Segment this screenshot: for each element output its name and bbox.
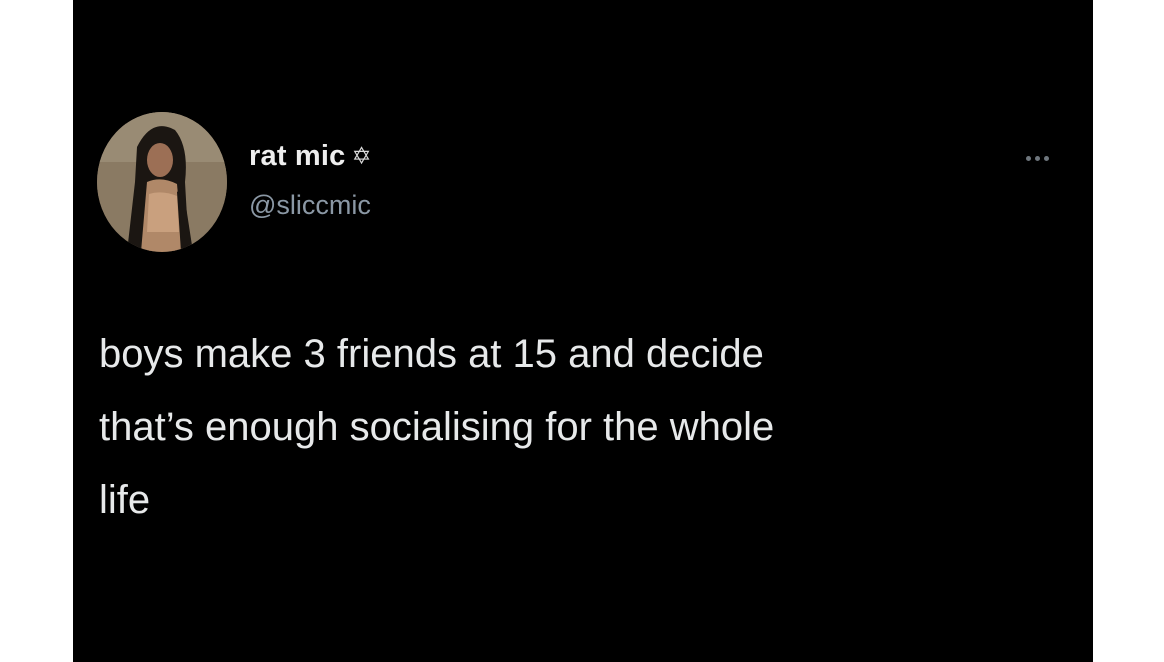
tweet-card: rat mic ✡ @sliccmic boys make 3 friends … bbox=[73, 0, 1093, 662]
tweet-text: boys make 3 friends at 15 and decide tha… bbox=[99, 332, 775, 522]
star-emoji-icon: ✡ bbox=[351, 142, 372, 170]
more-options-button[interactable] bbox=[1017, 146, 1057, 170]
display-name-row: rat mic ✡ bbox=[249, 140, 372, 173]
more-horizontal-icon-dot bbox=[1043, 155, 1049, 161]
more-horizontal-icon-dot bbox=[1034, 155, 1040, 161]
more-horizontal-icon bbox=[1025, 155, 1031, 161]
avatar-image bbox=[97, 112, 227, 252]
display-name[interactable]: rat mic bbox=[249, 140, 346, 173]
username-handle[interactable]: @sliccmic bbox=[249, 190, 371, 221]
avatar[interactable] bbox=[97, 112, 227, 252]
page: rat mic ✡ @sliccmic boys make 3 friends … bbox=[0, 0, 1164, 662]
